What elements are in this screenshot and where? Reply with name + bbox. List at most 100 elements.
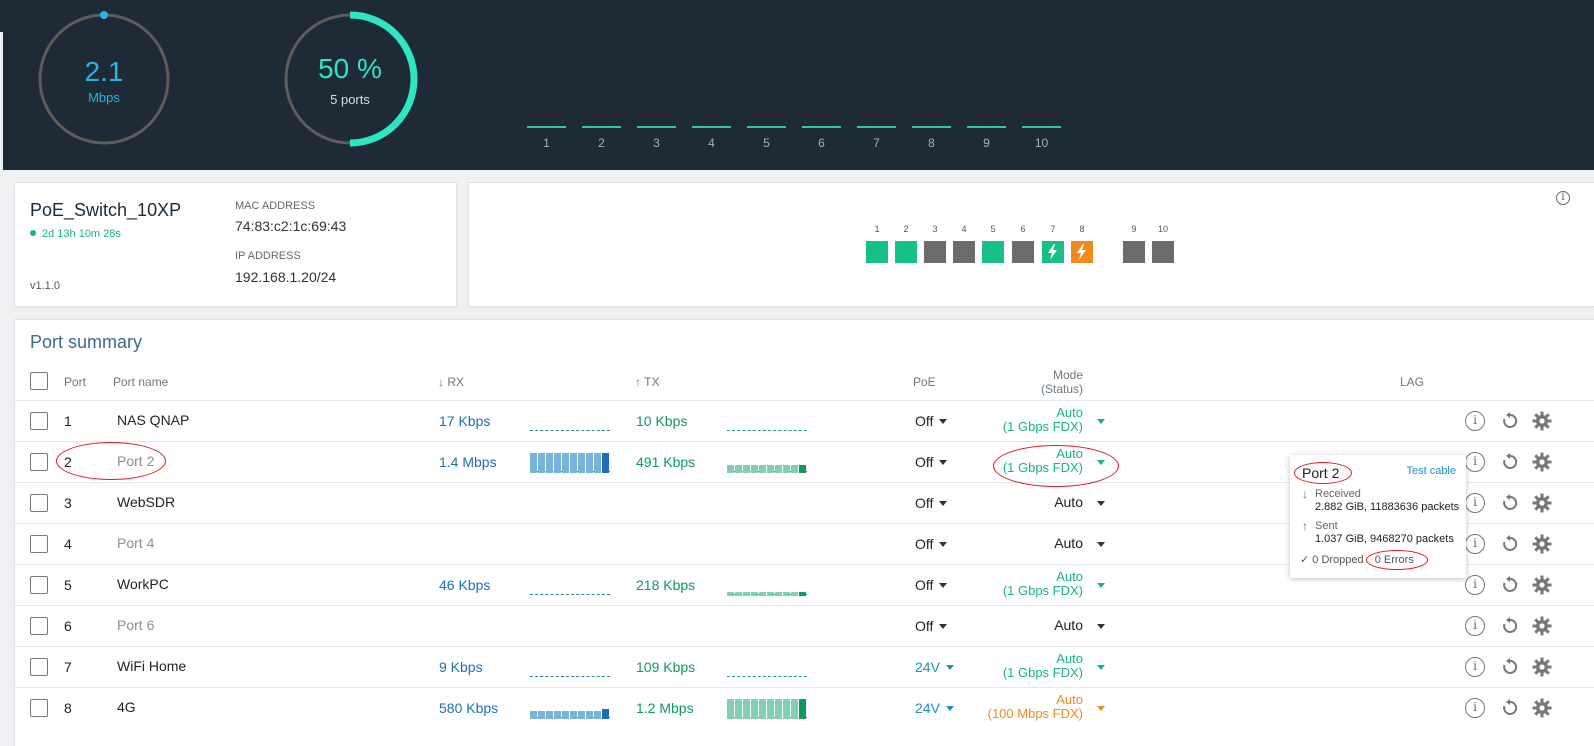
poe-select[interactable]: Off xyxy=(915,454,948,470)
restart-icon[interactable] xyxy=(1500,452,1520,472)
poe-value: Off xyxy=(915,577,934,593)
row-checkbox[interactable] xyxy=(30,576,48,594)
link-status: (1 Gbps FDX) xyxy=(1002,419,1083,434)
info-icon[interactable]: i xyxy=(1465,616,1485,636)
sparkline-bar xyxy=(759,699,766,719)
info-icon[interactable]: i xyxy=(1465,575,1485,595)
restart-icon[interactable] xyxy=(1500,575,1520,595)
poe-select[interactable]: 24V xyxy=(915,659,954,675)
chevron-down-icon[interactable] xyxy=(1097,665,1105,670)
mode-value: Auto xyxy=(1056,651,1083,666)
row-checkbox[interactable] xyxy=(30,617,48,635)
sparkline-bar xyxy=(727,699,734,719)
gear-icon[interactable] xyxy=(1532,698,1552,718)
switch-port[interactable]: 9 xyxy=(1123,224,1145,263)
gear-icon[interactable] xyxy=(1532,534,1552,554)
restart-icon[interactable] xyxy=(1500,616,1520,636)
gear-icon[interactable] xyxy=(1532,411,1552,431)
sparkline-baseline xyxy=(727,430,807,431)
gear-icon[interactable] xyxy=(1532,452,1552,472)
switch-port[interactable]: 7 xyxy=(1042,224,1064,263)
col-mode: Mode xyxy=(1052,368,1083,382)
poe-select[interactable]: Off xyxy=(915,413,948,429)
gear-icon[interactable] xyxy=(1532,616,1552,636)
restart-icon[interactable] xyxy=(1500,411,1520,431)
chevron-down-icon[interactable] xyxy=(1097,624,1105,629)
select-all-checkbox[interactable] xyxy=(30,372,48,390)
info-icon[interactable]: i xyxy=(1465,698,1485,718)
info-icon[interactable]: i xyxy=(1465,452,1485,472)
chevron-down-icon[interactable] xyxy=(1097,419,1105,424)
sparkline-baseline xyxy=(727,676,807,677)
port-number: 6 xyxy=(818,136,825,150)
port-name[interactable]: Port 6 xyxy=(117,617,154,633)
row-checkbox[interactable] xyxy=(30,535,48,553)
info-icon[interactable]: i xyxy=(1465,493,1485,513)
row-checkbox[interactable] xyxy=(30,453,48,471)
switch-port-number: 9 xyxy=(1131,224,1137,234)
row-checkbox[interactable] xyxy=(30,699,48,717)
poe-select[interactable]: Off xyxy=(915,577,948,593)
port-name[interactable]: 4G xyxy=(117,699,136,715)
tx-sparkline xyxy=(727,411,807,433)
mode-select[interactable]: Auto xyxy=(1054,495,1083,509)
chevron-down-icon xyxy=(945,706,954,711)
annotation-circle xyxy=(1294,462,1352,484)
mode-select[interactable]: Auto xyxy=(1054,618,1083,632)
gear-icon[interactable] xyxy=(1532,575,1552,595)
restart-icon[interactable] xyxy=(1500,657,1520,677)
mode-select[interactable]: Auto (100 Mbps FDX) xyxy=(988,693,1083,721)
port-throughput-bar: 2 xyxy=(582,126,622,150)
switch-port[interactable]: 3 xyxy=(924,224,946,263)
switch-port[interactable]: 6 xyxy=(1012,224,1034,263)
info-icon[interactable]: i xyxy=(1465,657,1485,677)
chevron-down-icon[interactable] xyxy=(1097,583,1105,588)
throughput-line xyxy=(527,126,566,128)
test-cable-link[interactable]: Test cable xyxy=(1406,465,1456,477)
mode-select[interactable]: Auto (1 Gbps FDX) xyxy=(1003,652,1083,680)
port-name[interactable]: NAS QNAP xyxy=(117,412,189,428)
sparkline-bar xyxy=(530,711,537,719)
sparkline-bar xyxy=(743,465,750,473)
chevron-down-icon[interactable] xyxy=(1097,501,1105,506)
port-name[interactable]: WorkPC xyxy=(117,576,169,592)
info-icon[interactable]: i xyxy=(1465,411,1485,431)
mode-select[interactable]: Auto (1 Gbps FDX) xyxy=(1003,570,1083,598)
port-name[interactable]: WiFi Home xyxy=(117,658,186,674)
info-icon[interactable]: i xyxy=(1556,191,1570,205)
chevron-down-icon[interactable] xyxy=(1097,706,1105,711)
port-panel: i 1 2 3 4 5 6 7 8 9 10 xyxy=(468,182,1594,307)
mode-select[interactable]: Auto xyxy=(1054,536,1083,550)
restart-icon[interactable] xyxy=(1500,698,1520,718)
chevron-down-icon[interactable] xyxy=(1097,542,1105,547)
col-port: Port xyxy=(64,375,87,389)
switch-port[interactable]: 4 xyxy=(953,224,975,263)
mode-select[interactable]: Auto (1 Gbps FDX) xyxy=(1003,406,1083,434)
sparkline-bar xyxy=(775,699,782,719)
switch-port[interactable]: 1 xyxy=(866,224,888,263)
restart-icon[interactable] xyxy=(1500,493,1520,513)
restart-icon[interactable] xyxy=(1500,534,1520,554)
link-status: (1 Gbps FDX) xyxy=(1002,665,1083,680)
lightning-icon xyxy=(1077,244,1086,260)
poe-select[interactable]: Off xyxy=(915,536,948,552)
row-checkbox[interactable] xyxy=(30,412,48,430)
switch-port[interactable]: 5 xyxy=(982,224,1004,263)
poe-select[interactable]: Off xyxy=(915,495,948,511)
row-checkbox[interactable] xyxy=(30,658,48,676)
row-checkbox[interactable] xyxy=(30,494,48,512)
port-throughput-bar: 9 xyxy=(967,126,1007,150)
poe-value: Off xyxy=(915,536,934,552)
gear-icon[interactable] xyxy=(1532,493,1552,513)
switch-port[interactable]: 10 xyxy=(1152,224,1174,263)
throughput-line xyxy=(912,126,951,128)
poe-select[interactable]: Off xyxy=(915,618,948,634)
port-name[interactable]: Port 4 xyxy=(117,535,154,551)
poe-select[interactable]: 24V xyxy=(915,700,954,716)
port-name[interactable]: WebSDR xyxy=(117,494,175,510)
gear-icon[interactable] xyxy=(1532,657,1552,677)
switch-port[interactable]: 8 xyxy=(1071,224,1093,263)
device-card: PoE_Switch_10XP 2d 13h 10m 28s v1.1.0 MA… xyxy=(14,182,457,307)
info-icon[interactable]: i xyxy=(1465,534,1485,554)
switch-port[interactable]: 2 xyxy=(895,224,917,263)
